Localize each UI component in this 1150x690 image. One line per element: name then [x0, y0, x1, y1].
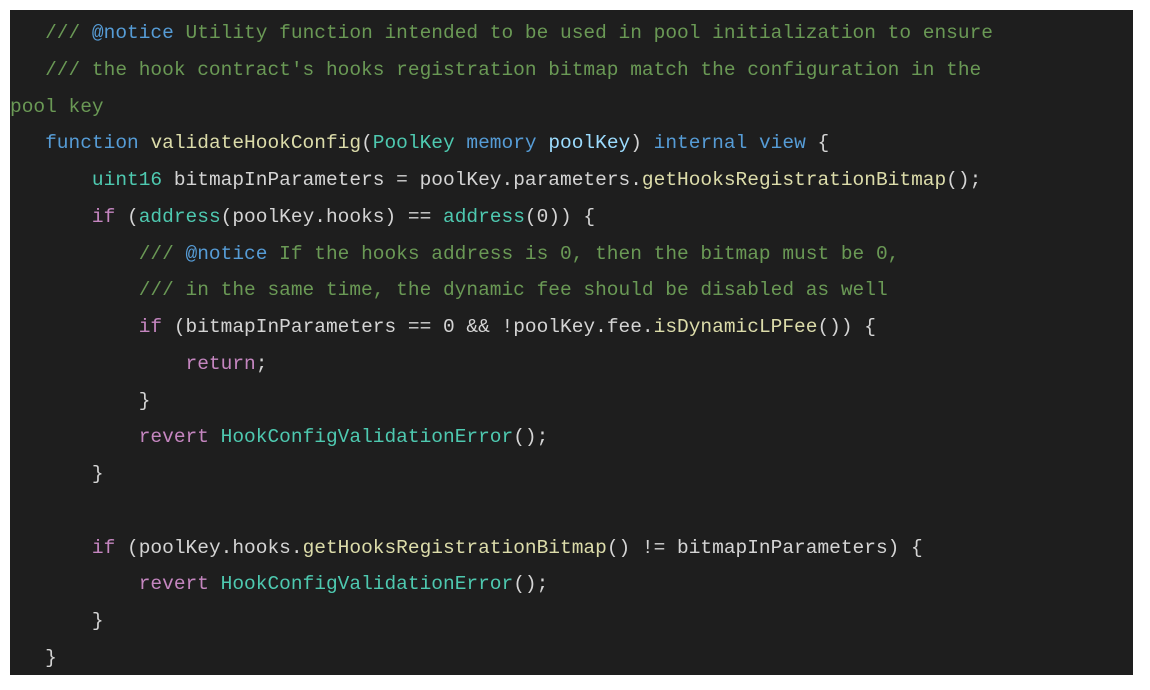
code-line: revert HookConfigValidationError(); — [10, 566, 993, 603]
code-line: } — [10, 383, 993, 420]
code-token-keyword: memory — [466, 132, 537, 155]
code-token-keyword: internal — [653, 132, 748, 155]
code-token-type: HookConfigValidationError — [220, 573, 514, 596]
code-token-plain: } — [10, 389, 151, 412]
code-line: if (bitmapInParameters == 0 && !poolKey.… — [10, 309, 993, 346]
code-token-plain: (poolKey.hooks) == — [220, 205, 443, 228]
code-token-type: address — [443, 205, 525, 228]
code-token-control: return — [185, 352, 256, 375]
code-token-keyword: function — [45, 132, 139, 155]
code-editor[interactable]: /// @notice Utility function intended to… — [10, 10, 1133, 675]
code-token-control: if — [91, 205, 116, 228]
code-line: /// @notice Utility function intended to… — [10, 15, 993, 52]
code-line: pool key — [10, 89, 993, 126]
code-token-plain: } — [10, 463, 104, 485]
code-token-plain: (bitmapInParameters == 0 && !poolKey.fee… — [162, 316, 654, 338]
code-token-comment: /// — [10, 22, 92, 44]
code-token-func: getHooksRegistrationBitmap — [302, 536, 607, 559]
code-token-plain: } — [10, 610, 104, 632]
code-line: } — [10, 603, 993, 640]
code-token-control: if — [138, 316, 163, 338]
code-token-plain: (); — [946, 169, 982, 191]
code-token-type: address — [138, 205, 221, 228]
code-line: /// in the same time, the dynamic fee sh… — [10, 272, 993, 309]
code-token-plain: (poolKey.hooks. — [115, 536, 303, 559]
code-block[interactable]: /// @notice Utility function intended to… — [10, 15, 993, 675]
code-token-func: validateHookConfig — [150, 132, 362, 155]
code-line: uint16 bitmapInParameters = poolKey.para… — [10, 162, 993, 199]
code-line: } — [10, 640, 993, 675]
code-token-control: if — [91, 536, 116, 559]
code-token-comment: pool key — [10, 95, 104, 118]
code-token-func: getHooksRegistrationBitmap — [641, 169, 947, 191]
code-line: if (address(poolKey.hooks) == address(0)… — [10, 199, 993, 236]
code-token-param: poolKey — [548, 132, 631, 155]
code-line: return; — [10, 346, 993, 383]
code-token-plain: bitmapInParameters = poolKey.parameters. — [162, 169, 642, 191]
code-token-comment: /// in the same time, the dynamic fee sh… — [10, 279, 888, 302]
code-token-plain: { — [805, 132, 830, 155]
code-token-plain: ( — [115, 205, 139, 228]
code-token-control: revert — [138, 426, 209, 449]
code-token-plain: () != bitmapInParameters) { — [606, 536, 923, 559]
code-token-plain: ()) { — [817, 316, 876, 338]
code-token-plain: (); — [513, 426, 549, 449]
code-token-comment: /// the hook contract's hooks registrati… — [10, 58, 982, 81]
code-line: function validateHookConfig(PoolKey memo… — [10, 125, 993, 162]
code-token-control: revert — [138, 573, 209, 596]
code-line: /// the hook contract's hooks registrati… — [10, 52, 993, 89]
code-token-plain: } — [10, 646, 57, 669]
code-token-comment: If the hooks address is 0, then the bitm… — [267, 242, 900, 265]
code-line: /// @notice If the hooks address is 0, t… — [10, 236, 993, 273]
code-token-type: HookConfigValidationError — [220, 426, 514, 449]
code-token-tag: @notice — [91, 22, 174, 44]
code-token-plain: ( — [361, 132, 373, 155]
code-token-plain: (); — [513, 573, 549, 596]
code-token-comment: Utility function intended to be used in … — [173, 22, 993, 44]
code-line: revert HookConfigValidationError(); — [10, 419, 993, 456]
code-token-type: uint16 — [91, 169, 163, 191]
code-token-plain: ; — [255, 352, 268, 375]
code-token-comment: /// — [10, 242, 186, 265]
code-token-func: isDynamicLPFee — [653, 316, 818, 338]
code-token-plain: ) — [630, 132, 654, 155]
code-token-plain: (0)) { — [524, 205, 596, 228]
code-line: if (poolKey.hooks.getHooksRegistrationBi… — [10, 530, 993, 567]
code-token-tag: @notice — [185, 242, 268, 265]
code-line: } — [10, 456, 993, 493]
code-token-type: PoolKey — [372, 132, 455, 155]
code-token-keyword: view — [758, 132, 806, 155]
